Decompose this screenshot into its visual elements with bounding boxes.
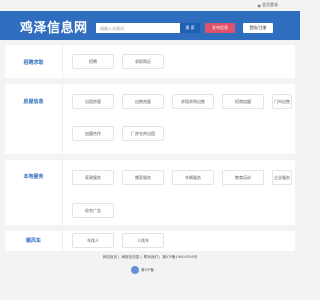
member-login-link[interactable]: ● 会员登录 xyxy=(258,2,279,8)
section-divider xyxy=(62,231,63,251)
category-item[interactable]: 搬家服务 xyxy=(122,170,164,185)
category-item[interactable]: 教育培训 xyxy=(222,170,264,185)
post-info-button[interactable]: 发布信息 xyxy=(205,23,235,33)
footer-link-contact[interactable]: 联系我们 xyxy=(144,255,158,259)
section-divider xyxy=(62,160,63,225)
category-item[interactable]: 厂房仓库出租 xyxy=(122,126,164,141)
user-icon: ● xyxy=(257,2,262,8)
category-item[interactable]: 家政服务 xyxy=(72,170,114,185)
category-item[interactable]: 加盟合作 xyxy=(72,126,114,141)
section-title-jobs[interactable]: 招聘求职 xyxy=(5,59,62,66)
category-item[interactable]: 出售房屋 xyxy=(122,94,164,109)
login-register-button[interactable]: 登陆/注册 xyxy=(243,23,273,33)
search-input[interactable] xyxy=(96,23,180,33)
category-item[interactable]: 出租房屋 xyxy=(72,94,114,109)
section-divider xyxy=(62,45,63,78)
category-item[interactable]: 招聘 xyxy=(72,54,114,69)
category-item[interactable]: 求职简历 xyxy=(122,54,164,69)
category-item[interactable]: 人找车 xyxy=(122,233,164,248)
footer-link-home[interactable]: 网站首页 xyxy=(103,255,117,259)
site-logo[interactable]: 鸡泽信息网 xyxy=(20,17,88,36)
site-header: 鸡泽信息网 搜 索 发布信息 登陆/注册 xyxy=(0,11,300,40)
category-item[interactable]: 综合广告 xyxy=(72,203,114,218)
category-item[interactable]: 车辆服务 xyxy=(172,170,214,185)
section-jobs: 招聘求职 招聘 求职简历 xyxy=(5,45,295,78)
footer-icp[interactable]: 冀ICP备19004326号 xyxy=(162,255,197,259)
category-item[interactable]: 车找人 xyxy=(72,233,114,248)
footer-badge: 冀ICP备 xyxy=(131,265,171,275)
category-item[interactable]: 招商加盟 xyxy=(222,94,264,109)
section-title-local-services[interactable]: 本地服务 xyxy=(5,173,62,180)
footer-link-poster[interactable]: 海报站信息 xyxy=(121,255,139,259)
section-title-housing[interactable]: 房屋信息 xyxy=(5,98,62,105)
category-item[interactable]: 企业服务 xyxy=(272,170,292,185)
category-item[interactable]: 求租求购出售 xyxy=(172,94,214,109)
top-bar: ● 会员登录 xyxy=(0,0,300,11)
footer-badge-label: 冀ICP备 xyxy=(141,267,154,272)
section-rideshare: 顺风车 车找人 人找车 xyxy=(5,231,295,251)
member-login-label[interactable]: 会员登录 xyxy=(262,2,278,8)
category-item[interactable]: 门市出售 xyxy=(272,94,292,109)
search-button[interactable]: 搜 索 xyxy=(180,23,200,33)
section-title-rideshare[interactable]: 顺风车 xyxy=(5,237,62,244)
section-divider xyxy=(62,84,63,154)
footer-links: 网站首页| 海报站信息| 联系我们| 冀ICP备19004326号 xyxy=(102,255,198,259)
badge-icon xyxy=(131,266,139,274)
